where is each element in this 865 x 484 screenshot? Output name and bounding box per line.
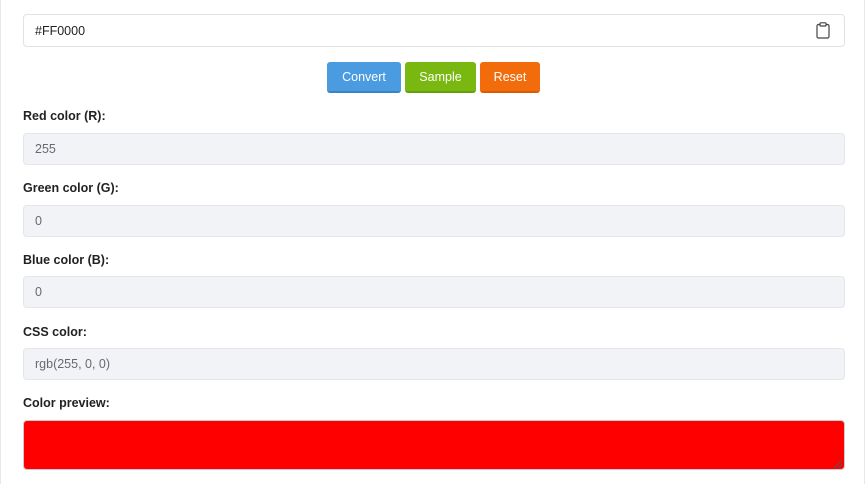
convert-button[interactable]: Convert <box>327 62 401 93</box>
resize-handle-icon[interactable] <box>831 456 843 469</box>
color-preview-label: Color preview: <box>23 396 110 410</box>
reset-button[interactable]: Reset <box>480 62 540 93</box>
blue-color-field[interactable] <box>23 276 845 308</box>
hex-to-rgb-converter: Convert Sample Reset Red color (R): Gree… <box>0 0 865 484</box>
red-color-field[interactable] <box>23 133 845 165</box>
hex-input-container <box>23 14 845 47</box>
action-buttons: Convert Sample Reset <box>1 62 865 93</box>
color-preview-box[interactable] <box>23 420 845 470</box>
green-color-label: Green color (G): <box>23 181 119 195</box>
blue-color-label: Blue color (B): <box>23 253 110 267</box>
css-color-label: CSS color: <box>23 325 87 339</box>
css-color-field[interactable] <box>23 348 845 380</box>
clipboard-icon[interactable] <box>816 22 830 39</box>
hex-input[interactable] <box>24 15 815 46</box>
red-color-label: Red color (R): <box>23 109 106 123</box>
sample-button[interactable]: Sample <box>405 62 476 93</box>
green-color-field[interactable] <box>23 205 845 237</box>
